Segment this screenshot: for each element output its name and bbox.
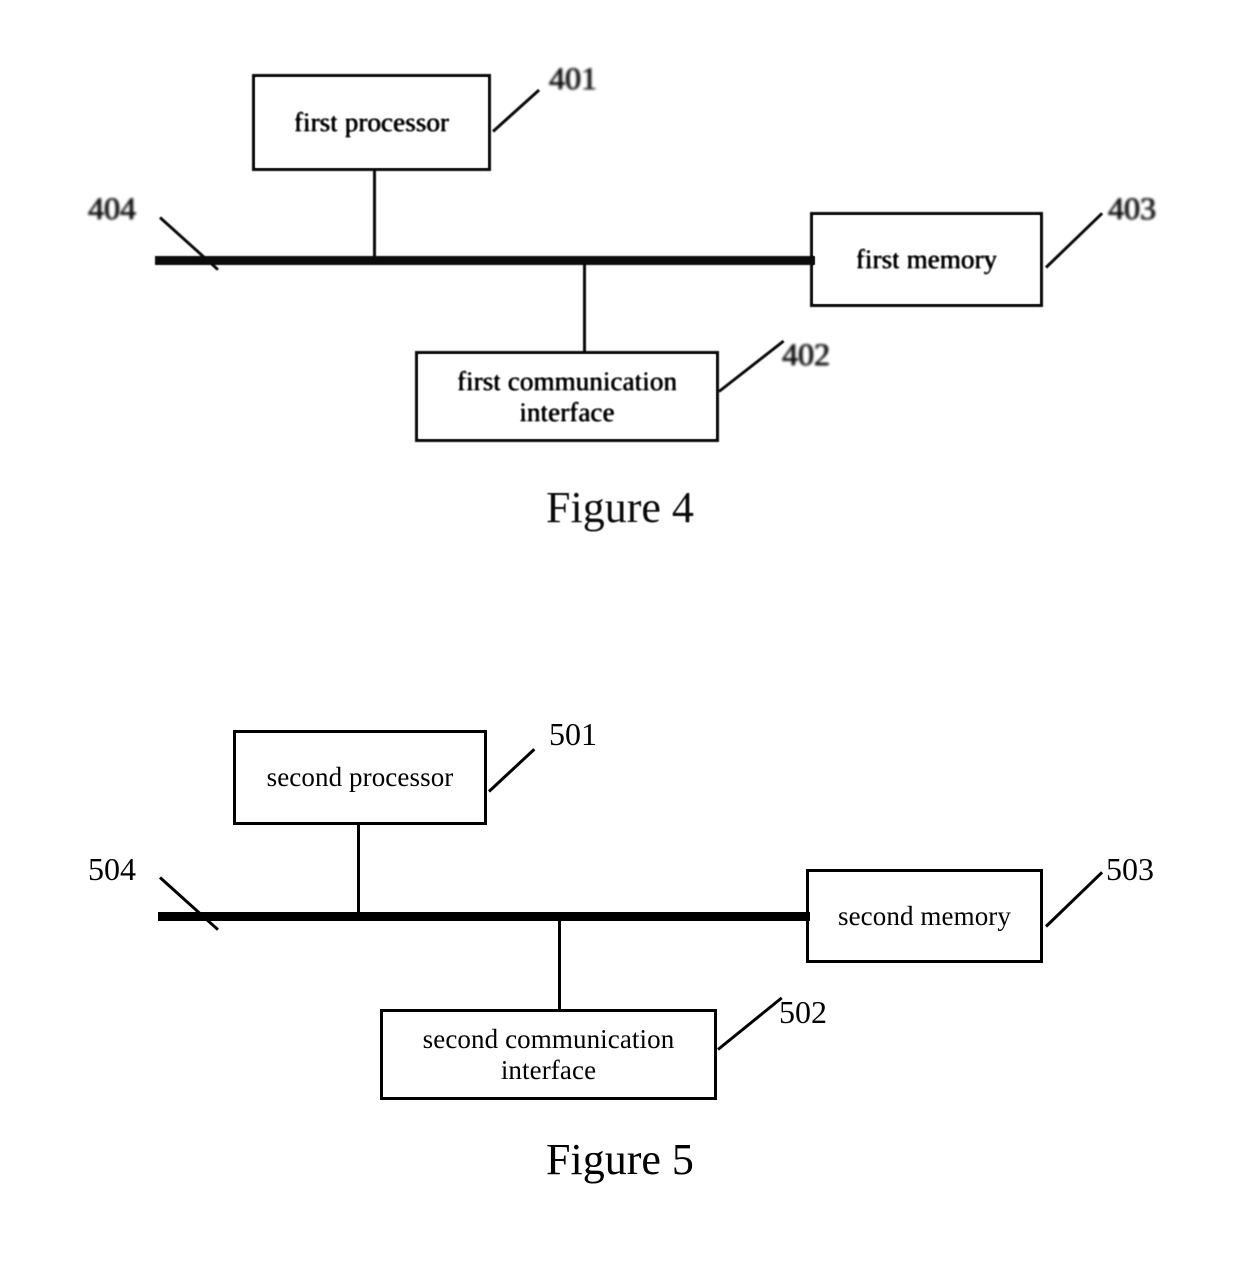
second-communication-interface-label: second communication interface bbox=[417, 1024, 681, 1084]
first-processor-leader-line bbox=[491, 88, 541, 133]
first-communication-interface-label: first communication interface bbox=[451, 366, 683, 426]
second-comm-leader-line bbox=[717, 996, 783, 1051]
second-memory-leader-line bbox=[1044, 871, 1104, 928]
figure-4-caption: Figure 4 bbox=[546, 483, 694, 532]
first-comm-label-line1: first communication bbox=[456, 366, 678, 397]
first-processor-connector bbox=[373, 171, 376, 257]
first-bus-line bbox=[155, 256, 815, 265]
first-comm-connector bbox=[583, 260, 586, 352]
reference-numeral-502: 502 bbox=[779, 994, 827, 1030]
first-processor-label: first processor bbox=[293, 107, 450, 138]
reference-numeral-504: 504 bbox=[88, 851, 136, 887]
reference-numeral-402: 402 bbox=[782, 336, 830, 372]
second-processor-block: second processor bbox=[233, 730, 487, 825]
second-comm-label-line1: second communication bbox=[422, 1024, 675, 1055]
second-communication-interface-block: second communication interface bbox=[380, 1009, 717, 1100]
second-comm-label-line2: interface bbox=[500, 1054, 597, 1085]
first-comm-leader-line bbox=[718, 339, 785, 393]
first-communication-interface-block: first communication interface bbox=[415, 351, 719, 442]
figure-5-caption: Figure 5 bbox=[546, 1135, 694, 1184]
reference-numeral-503: 503 bbox=[1106, 851, 1154, 887]
second-processor-label: second processor bbox=[266, 762, 454, 793]
reference-numeral-404: 404 bbox=[88, 190, 136, 226]
first-comm-label-line2: interface bbox=[519, 396, 615, 427]
first-memory-block: first memory bbox=[810, 212, 1043, 307]
second-processor-leader-line bbox=[487, 748, 536, 793]
first-memory-label: first memory bbox=[855, 244, 998, 275]
second-bus-leader-line bbox=[158, 876, 219, 931]
second-processor-connector bbox=[357, 825, 360, 913]
reference-numeral-403: 403 bbox=[1108, 190, 1156, 226]
reference-numeral-501: 501 bbox=[549, 716, 597, 752]
second-memory-block: second memory bbox=[806, 869, 1043, 963]
second-comm-connector bbox=[558, 916, 561, 1010]
reference-numeral-401: 401 bbox=[549, 60, 597, 96]
first-processor-block: first processor bbox=[252, 74, 491, 171]
first-memory-leader-line bbox=[1044, 212, 1104, 269]
drawing-sheet: first processor first memory first commu… bbox=[0, 0, 1240, 1261]
second-bus-line bbox=[158, 912, 810, 921]
second-memory-label: second memory bbox=[837, 900, 1011, 931]
